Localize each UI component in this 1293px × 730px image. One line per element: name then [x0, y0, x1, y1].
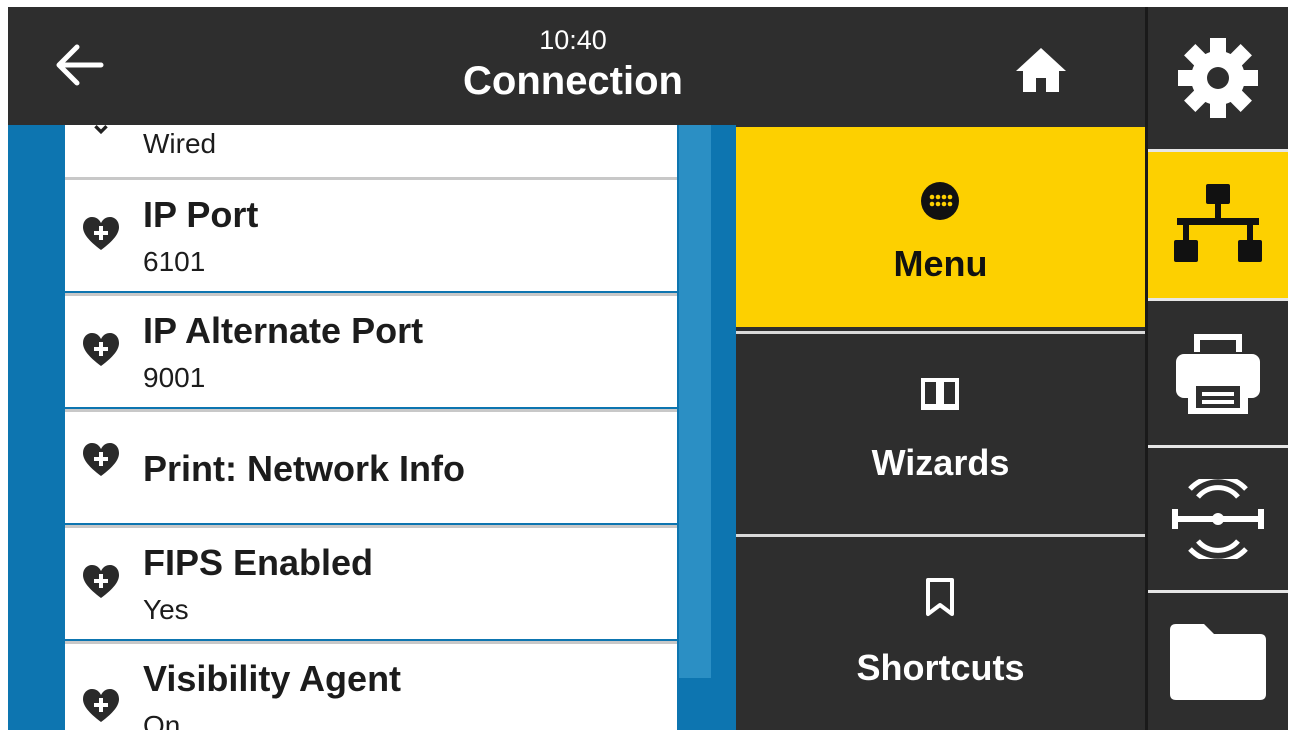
settings-button[interactable] — [1148, 7, 1288, 149]
list-item[interactable]: FIPS Enabled Yes — [65, 525, 677, 639]
menu-button[interactable]: Menu — [736, 127, 1145, 327]
list-item-label: Visibility Agent — [143, 658, 402, 699]
wizards-button-label: Wizards — [871, 442, 1010, 483]
list-item[interactable]: Visibility Agent On — [65, 641, 677, 730]
rfid-button[interactable] — [1148, 448, 1288, 590]
heart-plus-icon — [83, 689, 119, 722]
bookmark-icon — [920, 577, 960, 617]
settings-list[interactable]: Wired IP Port 6101 IP Alternate Port 900… — [65, 125, 677, 730]
menu-button-label: Menu — [893, 243, 988, 284]
right-sidebar — [1145, 7, 1288, 730]
folder-icon — [1170, 623, 1266, 700]
list-item[interactable]: IP Alternate Port 9001 — [65, 293, 677, 407]
heart-plus-icon — [83, 217, 119, 250]
shortcuts-button[interactable]: Shortcuts — [736, 537, 1145, 730]
menu-grid-icon — [920, 181, 960, 221]
main-menu-column: Menu Wizards Shortcuts — [736, 125, 1145, 730]
network-icon — [1174, 184, 1262, 262]
heart-plus-icon — [83, 333, 119, 366]
list-item-value: Wired — [143, 128, 217, 159]
left-accent-stripe — [8, 125, 22, 730]
shortcuts-button-label: Shortcuts — [856, 647, 1025, 688]
rfid-icon — [1172, 479, 1264, 559]
scrollbar-thumb[interactable] — [679, 125, 711, 678]
chevron-down-icon — [94, 125, 108, 135]
book-icon — [920, 374, 960, 414]
heart-plus-icon — [83, 443, 119, 476]
page-title: Connection — [463, 59, 683, 103]
list-item-label: FIPS Enabled — [143, 542, 374, 583]
storage-button[interactable] — [1148, 593, 1288, 730]
list-item-value: Yes — [143, 594, 189, 625]
connection-button[interactable] — [1148, 152, 1288, 298]
list-item[interactable]: Print: Network Info — [65, 409, 677, 523]
print-button[interactable] — [1148, 301, 1288, 445]
list-item-value: On — [143, 710, 181, 730]
printer-screen: 10:40 Connection Wired IP Port 6101 IP A… — [8, 7, 1288, 730]
home-icon — [1016, 48, 1066, 92]
list-item[interactable]: IP Port 6101 — [65, 177, 677, 291]
back-button[interactable] — [44, 35, 114, 95]
list-item[interactable]: Wired — [65, 125, 677, 177]
list-item-label: Print: Network Info — [143, 448, 465, 489]
list-item-value: 6101 — [143, 246, 206, 277]
wizards-button[interactable]: Wizards — [736, 334, 1145, 534]
arrow-left-icon — [56, 44, 104, 86]
clock-time: 10:40 — [539, 25, 607, 55]
gear-icon — [1178, 38, 1258, 118]
list-item-label: IP Alternate Port — [143, 310, 424, 351]
settings-list-panel: Wired IP Port 6101 IP Alternate Port 900… — [8, 125, 736, 730]
heart-plus-icon — [83, 565, 119, 598]
printer-icon — [1176, 334, 1260, 414]
list-item-label: IP Port — [143, 194, 259, 235]
header-bar: 10:40 Connection — [8, 7, 1145, 125]
home-button[interactable] — [1006, 40, 1076, 100]
list-item-value: 9001 — [143, 362, 206, 393]
